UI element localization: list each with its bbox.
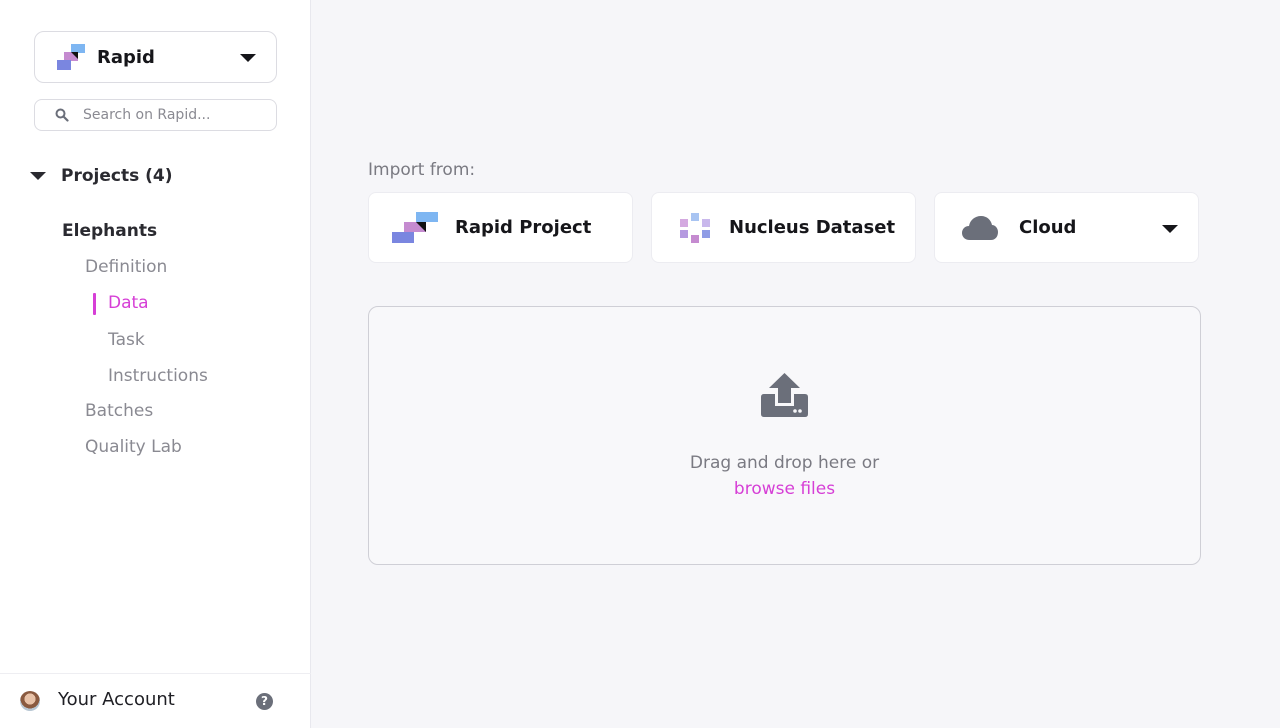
nav-definition[interactable]: Definition [85,257,167,277]
nav-instructions[interactable]: Instructions [108,366,208,386]
upload-icon [761,373,808,417]
sidebar: Rapid Projects (4) Elephants Definition … [0,0,311,728]
import-nucleus-dataset-button[interactable]: Nucleus Dataset [651,192,916,263]
active-indicator [93,293,96,315]
workspace-selector[interactable]: Rapid [34,31,277,83]
caret-down-icon [30,172,46,180]
nav-quality-lab[interactable]: Quality Lab [85,437,182,457]
file-dropzone[interactable]: Drag and drop here or browse files [368,306,1201,565]
nav-task[interactable]: Task [108,330,145,350]
your-account-link[interactable]: Your Account [58,689,175,710]
chevron-down-icon [1162,225,1178,233]
import-label: Import from: [368,160,476,180]
projects-header: Projects (4) [61,166,173,186]
rapid-logo-icon [392,211,438,243]
rapid-logo-icon [57,44,85,70]
rapid-project-label: Rapid Project [455,217,592,238]
search-icon [55,108,69,122]
nucleus-dataset-label: Nucleus Dataset [729,217,896,238]
search-input[interactable] [83,107,263,123]
workspace-name: Rapid [97,46,155,68]
chevron-down-icon [240,54,256,62]
cloud-label: Cloud [1019,217,1077,238]
nav-data[interactable]: Data [108,293,149,313]
project-elephants[interactable]: Elephants [62,221,157,241]
dropzone-text: Drag and drop here or [689,453,880,473]
account-footer: Your Account ? [0,673,311,728]
help-icon[interactable]: ? [256,693,273,710]
import-rapid-project-button[interactable]: Rapid Project [368,192,633,263]
nucleus-logo-icon [680,212,710,243]
import-cloud-dropdown[interactable]: Cloud [934,192,1199,263]
search-box [34,99,277,131]
projects-toggle[interactable]: Projects (4) [30,166,173,186]
cloud-icon [962,215,998,240]
browse-files-link[interactable]: browse files [369,479,1200,499]
nav-batches[interactable]: Batches [85,401,153,421]
avatar[interactable] [20,691,40,711]
